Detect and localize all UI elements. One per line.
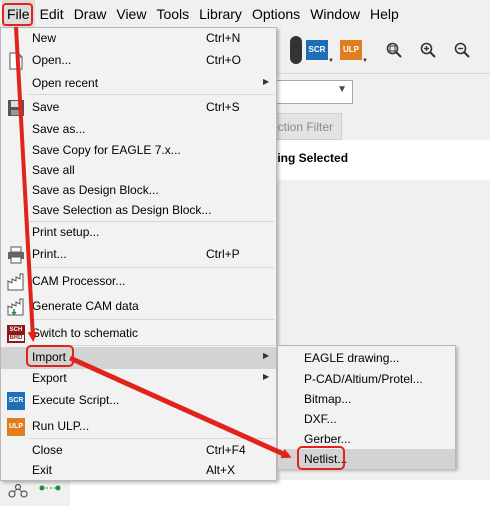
menu-item-save-all[interactable]: Save all	[1, 160, 276, 182]
menu-item-label: Save as Design Block...	[32, 183, 159, 197]
menu-item-exit[interactable]: Exit Alt+X	[1, 460, 276, 482]
save-icon	[8, 100, 24, 116]
script-toolbar-button[interactable]: SCR	[306, 40, 328, 60]
toolbar-combobox[interactable]: ▼	[275, 80, 353, 104]
menu-item-label: CAM Processor...	[32, 274, 126, 288]
menu-separator	[29, 267, 274, 268]
menu-item-label: Print...	[32, 247, 67, 261]
switch-schematic-icon: SCH BRD	[7, 325, 25, 343]
main-toolbar: SCR ▼ ULP ▼	[270, 28, 490, 74]
menu-item-generate-cam[interactable]: Generate CAM data	[1, 296, 276, 318]
chevron-down-icon: ▼	[337, 84, 347, 95]
menu-item-switch-schematic[interactable]: SCH BRD Switch to schematic	[1, 323, 276, 345]
submenu-item-label: DXF...	[304, 412, 337, 426]
file-menu: New Ctrl+N Open... Ctrl+O Open recent ▶ …	[0, 27, 277, 481]
menu-item-save-copy-eagle7[interactable]: Save Copy for EAGLE 7.x...	[1, 140, 276, 162]
menu-item-shortcut: Ctrl+O	[206, 53, 242, 67]
menu-item-shortcut: Ctrl+N	[206, 31, 241, 45]
menu-item-label: Exit	[32, 463, 53, 477]
menu-item-label: Save as...	[32, 122, 86, 136]
submenu-item-pcad-altium-protel[interactable]: P-CAD/Altium/Protel...	[278, 369, 455, 389]
menu-item-new[interactable]: New Ctrl+N	[1, 28, 276, 50]
menu-item-label: Save	[32, 100, 60, 114]
menu-help[interactable]: Help	[365, 0, 404, 28]
menu-window[interactable]: Window	[305, 0, 365, 28]
menu-edit[interactable]: Edit	[35, 0, 69, 28]
submenu-item-label: Bitmap...	[304, 392, 352, 406]
ulp-dropdown-icon[interactable]: ▼	[362, 58, 368, 64]
menu-item-label: Open...	[32, 53, 72, 67]
menu-item-save[interactable]: Save Ctrl+S	[1, 97, 276, 119]
submenu-item-eagle-drawing[interactable]: EAGLE drawing...	[278, 348, 455, 368]
menu-item-label: Open recent	[32, 76, 99, 90]
menu-item-save-design-block[interactable]: Save as Design Block...	[1, 180, 276, 202]
menu-item-label: Save Selection as Design Block...	[32, 203, 212, 217]
generate-cam-icon	[7, 298, 24, 316]
submenu-item-label: Gerber...	[304, 432, 351, 446]
net-tool-icon[interactable]	[6, 484, 30, 504]
menu-item-save-as[interactable]: Save as...	[1, 119, 276, 141]
submenu-item-label: EAGLE drawing...	[304, 351, 400, 365]
menu-item-label: Export	[32, 371, 67, 385]
menu-item-open-recent[interactable]: Open recent ▶	[1, 73, 276, 95]
zoom-fit-icon[interactable]	[386, 42, 402, 58]
menu-item-close[interactable]: Close Ctrl+F4	[1, 440, 276, 462]
menu-item-print[interactable]: Print... Ctrl+P	[1, 244, 276, 266]
menu-item-label: Run ULP...	[32, 419, 90, 433]
menu-item-label: Print setup...	[32, 225, 100, 239]
menu-library[interactable]: Library	[194, 0, 247, 28]
factory-icon	[7, 273, 24, 291]
menu-item-label: New	[32, 31, 57, 45]
import-highlight-box	[26, 345, 74, 367]
menu-separator	[29, 438, 274, 439]
menu-item-label: Execute Script...	[32, 393, 120, 407]
zoom-in-icon[interactable]	[420, 42, 436, 58]
menu-separator	[29, 94, 274, 95]
menu-item-save-selection-design-block[interactable]: Save Selection as Design Block...	[1, 200, 276, 222]
script-icon: SCR	[7, 392, 25, 410]
submenu-arrow-icon: ▶	[263, 351, 270, 360]
submenu-arrow-icon: ▶	[263, 372, 270, 381]
drawing-canvas[interactable]	[70, 480, 490, 506]
menu-tools[interactable]: Tools	[151, 0, 194, 28]
menu-item-run-ulp[interactable]: ULP Run ULP...	[1, 416, 276, 438]
menu-item-shortcut: Ctrl+P	[206, 247, 240, 261]
menu-item-label: Save Copy for EAGLE 7.x...	[32, 143, 181, 157]
ulp-icon: ULP	[7, 418, 25, 436]
route-tool-icon[interactable]	[38, 484, 62, 504]
file-menu-highlight-box	[2, 3, 33, 26]
printer-icon	[8, 246, 24, 264]
zoom-out-icon[interactable]	[454, 42, 470, 58]
menu-options[interactable]: Options	[247, 0, 305, 28]
menu-item-label: Close	[32, 443, 63, 457]
menu-item-execute-script[interactable]: SCR Execute Script...	[1, 390, 276, 412]
menu-separator	[29, 319, 274, 320]
selection-status-text: hing Selected	[270, 151, 349, 165]
submenu-item-dxf[interactable]: DXF...	[278, 409, 455, 429]
menu-item-print-setup[interactable]: Print setup...	[1, 222, 276, 244]
left-tool-strip	[0, 482, 70, 506]
menu-item-label: Generate CAM data	[32, 299, 139, 313]
ulp-toolbar-button[interactable]: ULP	[340, 40, 362, 60]
menu-draw[interactable]: Draw	[69, 0, 112, 28]
submenu-arrow-icon: ▶	[263, 77, 270, 86]
menu-item-cam-processor[interactable]: CAM Processor...	[1, 271, 276, 293]
menu-item-shortcut: Alt+X	[206, 463, 236, 477]
netlist-highlight-box	[297, 446, 345, 470]
toolbar-separator	[290, 36, 302, 64]
menu-item-shortcut: Ctrl+S	[206, 100, 240, 114]
menu-view[interactable]: View	[111, 0, 151, 28]
menu-item-label: Switch to schematic	[32, 326, 139, 340]
submenu-item-bitmap[interactable]: Bitmap...	[278, 389, 455, 409]
menu-item-label: Save all	[32, 163, 75, 177]
menu-item-export[interactable]: Export ▶	[1, 368, 276, 390]
script-dropdown-icon[interactable]: ▼	[328, 58, 334, 64]
menu-item-shortcut: Ctrl+F4	[206, 443, 246, 457]
menu-item-open[interactable]: Open... Ctrl+O	[1, 50, 276, 72]
submenu-item-label: P-CAD/Altium/Protel...	[304, 372, 423, 386]
open-file-icon	[9, 52, 23, 70]
menu-bar: File Edit Draw View Tools Library Option…	[0, 0, 490, 28]
